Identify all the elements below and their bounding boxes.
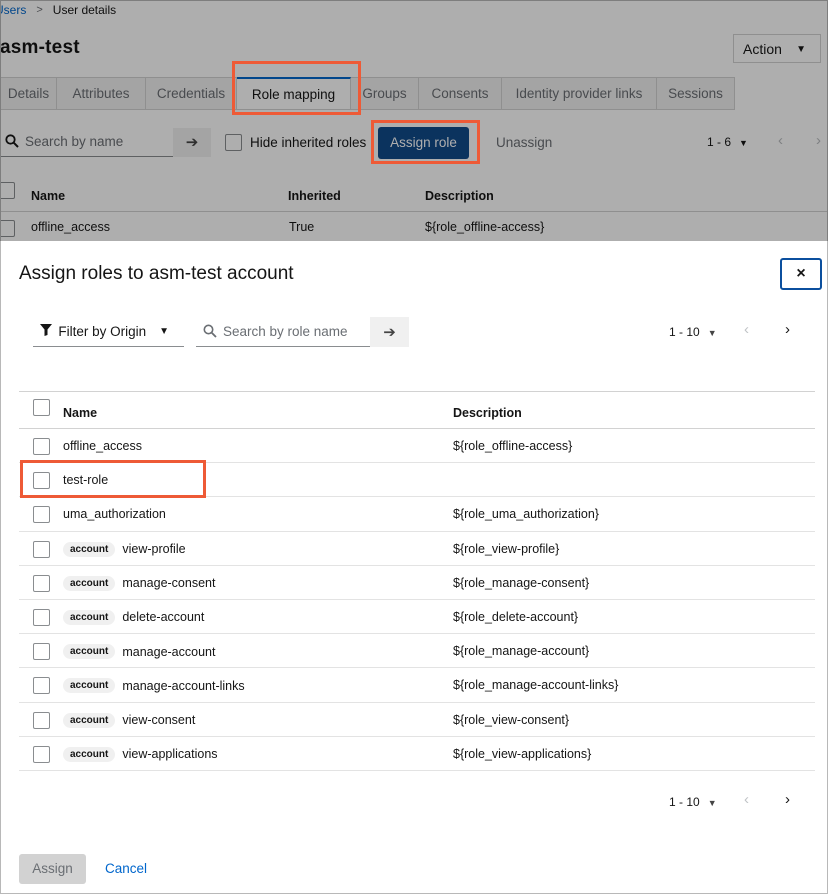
chevron-right-icon[interactable]: › [785,321,790,338]
role-name: manage-account-links [122,678,245,693]
close-icon: × [796,265,806,282]
role-name-cell: account manage-account [63,644,216,660]
caret-down-icon: ▼ [707,328,717,338]
role-name-cell: account view-consent [63,712,196,728]
role-description: ${role_view-consent} [453,712,570,727]
modal-title: Assign roles to asm-test account [19,263,294,284]
row-checkbox[interactable] [33,540,50,558]
row-checkbox[interactable] [33,745,50,763]
role-name: manage-account [122,644,216,659]
role-search-submit-button[interactable]: ➔ [370,317,409,347]
chevron-left-icon[interactable]: ‹ [744,321,749,338]
role-name-cell: uma_authorization [63,507,166,521]
chevron-left-icon[interactable]: ‹ [744,791,749,808]
pagination-toggle-top[interactable]: 1 - 10 ▼ [669,325,717,339]
search-icon [203,324,217,341]
select-all-checkbox[interactable] [33,399,50,416]
row-checkbox[interactable] [33,608,50,626]
filter-icon [40,324,55,339]
table-row: account view-profile ${role_view-profile} [19,532,815,566]
origin-badge: account [63,746,116,762]
column-header-description: Description [453,406,522,420]
filter-by-origin-dropdown[interactable]: Filter by Origin ▼ [33,317,184,347]
role-name: view-applications [122,747,218,762]
cancel-button[interactable]: Cancel [105,861,147,876]
role-description: ${role_manage-account} [453,644,590,659]
pagination-range: 1 - 10 [669,795,700,809]
role-description: ${role_manage-consent} [453,575,590,590]
search-placeholder: Search by role name [223,324,348,339]
role-name: view-consent [122,713,196,727]
role-name: uma_authorization [63,507,166,522]
highlight-test-role-row [20,460,206,498]
caret-down-icon: ▼ [707,798,717,808]
origin-badge: account [63,712,116,728]
arrow-right-icon: ➔ [383,324,396,341]
table-row: account manage-consent ${role_manage-conse… [19,566,815,600]
table-row: account view-applications ${role_view-appl… [19,737,815,771]
table-row: offline_access ${role_offline-access} [19,429,815,464]
roles-table-header: Name Description [19,391,815,429]
filter-label: Filter by Origin [58,324,147,339]
table-row: account view-consent ${role_view-consent} [19,703,815,737]
role-name-cell: account manage-account-links [63,678,245,694]
row-checkbox[interactable] [33,574,50,592]
search-by-role-name-input[interactable]: Search by role name [196,317,370,347]
close-button[interactable]: × [780,258,822,290]
highlight-assign-role-button [371,120,480,164]
role-description: ${role_offline-access} [453,439,573,453]
role-name-cell: account manage-consent [63,575,216,591]
column-header-name: Name [63,406,98,420]
row-checkbox[interactable] [33,711,50,729]
caret-down-icon: ▼ [159,326,169,337]
origin-badge: account [63,644,116,660]
row-checkbox[interactable] [33,438,50,455]
role-name: view-profile [122,542,186,557]
role-name-cell: account view-profile [63,541,186,557]
highlight-role-mapping-tab [232,61,361,115]
role-description: ${role_view-applications} [453,746,592,761]
role-name: offline_access [63,439,142,453]
table-row: account manage-account ${role_manage-accou… [19,634,815,669]
chevron-right-icon[interactable]: › [785,791,790,808]
role-description: ${role_manage-account-links} [453,678,619,693]
pagination-range: 1 - 10 [669,325,700,339]
row-checkbox[interactable] [33,506,50,524]
pagination-toggle-bottom[interactable]: 1 - 10 ▼ [669,795,717,809]
role-description: ${role_uma_authorization} [453,507,599,522]
table-row: account delete-account ${role_delete-accou… [19,600,815,635]
origin-badge: account [63,678,116,694]
role-description: ${role_delete-account} [453,609,579,624]
role-name-cell: account delete-account [63,609,205,625]
assign-roles-modal: Assign roles to asm-test account × Filte… [1,241,827,893]
origin-badge: account [63,541,116,557]
role-description: ${role_view-profile} [453,541,560,556]
role-name-cell: account view-applications [63,746,218,762]
roles-table: Name Description offline_access ${role_of… [19,391,815,771]
row-checkbox[interactable] [33,643,50,661]
table-row: uma_authorization ${role_uma_authorizatio… [19,497,815,532]
assign-button[interactable]: Assign [19,854,86,884]
table-row: account manage-account-links ${role_manage… [19,668,815,703]
role-name: delete-account [122,610,205,625]
origin-badge: account [63,575,116,591]
row-checkbox[interactable] [33,677,50,695]
role-name: manage-consent [122,576,216,591]
origin-badge: account [63,609,116,625]
role-name-cell: offline_access [63,439,142,453]
